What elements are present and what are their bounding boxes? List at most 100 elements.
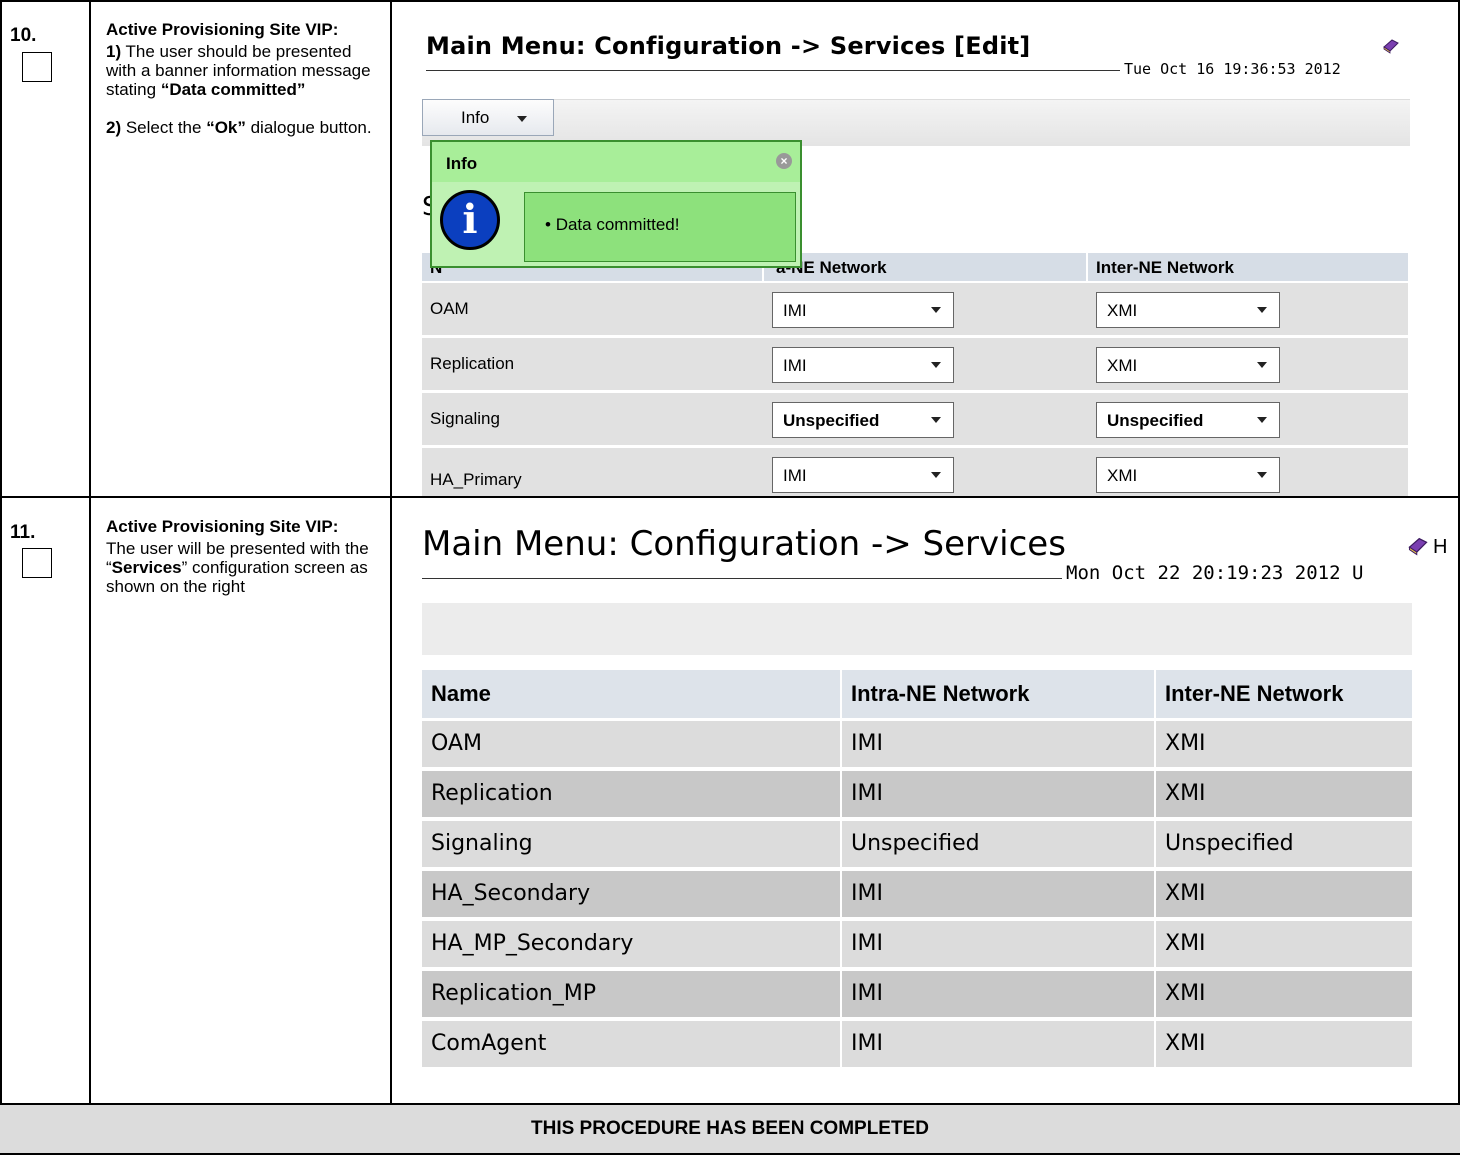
step-quote: “Data committed” — [160, 80, 306, 99]
cell-inter-network: Unspecified — [1156, 821, 1412, 867]
cell-text: XMI — [1165, 981, 1206, 1006]
toolbar — [422, 99, 1410, 146]
select-value: Unspecified — [1107, 411, 1204, 430]
step-checkbox[interactable] — [22, 548, 52, 578]
step-text: Select the — [121, 118, 207, 137]
table-border-top — [0, 0, 1460, 2]
step-checkbox[interactable] — [22, 52, 52, 82]
info-popup: Info × i • Data committed! — [430, 140, 802, 268]
intra-network-select[interactable]: IMI — [772, 457, 954, 493]
table-header-intra: Intra-NE Network — [842, 670, 1154, 718]
cell-name: ComAgent — [422, 1021, 840, 1067]
cell-text: Replication_MP — [431, 981, 596, 1006]
chevron-down-icon — [517, 116, 527, 122]
info-button-label: Info — [461, 108, 490, 127]
toolbar — [422, 603, 1412, 655]
cell-text: Unspecified — [851, 831, 980, 856]
step-text: dialogue button. — [245, 118, 372, 137]
step-bold-text: Services — [111, 558, 182, 577]
table-header-intra: a-NE Network — [764, 253, 1086, 281]
table-row: HA_Secondary IMI XMI — [0, 871, 1460, 917]
chevron-down-icon — [1257, 472, 1267, 478]
cell-text: Unspecified — [1165, 831, 1294, 856]
chevron-down-icon — [931, 307, 941, 313]
select-value: IMI — [783, 466, 807, 485]
select-value: Unspecified — [783, 411, 880, 430]
cell-inter-network: XMI — [1156, 871, 1412, 917]
cell-name: OAM — [422, 721, 840, 767]
inter-network-select[interactable]: XMI — [1096, 292, 1280, 328]
table-row: HA_MP_Secondary IMI XMI — [0, 921, 1460, 967]
row-name: Signaling — [430, 409, 500, 428]
table-header-name: Name — [422, 670, 840, 718]
cell-text: OAM — [431, 731, 482, 756]
cell-text: XMI — [1165, 731, 1206, 756]
cell-text: Signaling — [431, 831, 533, 856]
row-divider — [0, 496, 1460, 498]
cell-text: Replication — [431, 781, 553, 806]
row-name: Replication — [430, 354, 515, 373]
cell-inter-network: XMI — [1156, 921, 1412, 967]
popup-message-item: • Data committed! — [545, 215, 680, 234]
cell-name: HA_Secondary — [422, 871, 840, 917]
intra-network-select[interactable]: IMI — [772, 292, 954, 328]
cell-text: IMI — [851, 981, 883, 1006]
popup-header — [432, 142, 800, 182]
chevron-down-icon — [931, 362, 941, 368]
cell-inter-network: XMI — [1156, 771, 1412, 817]
help-book-icon[interactable] — [1382, 38, 1400, 54]
cell-name: HA_MP_Secondary — [422, 921, 840, 967]
table-row: ComAgent IMI XMI — [0, 1021, 1460, 1067]
cell-text: IMI — [851, 731, 883, 756]
page-title: Main Menu: Configuration -> Services [Ed… — [426, 32, 1031, 60]
close-icon[interactable]: × — [776, 153, 792, 169]
cell-inter-network: XMI — [1156, 721, 1412, 767]
help-link-partial[interactable]: H — [1433, 536, 1455, 559]
chevron-down-icon — [1257, 307, 1267, 313]
cell-intra-network: IMI — [842, 921, 1154, 967]
step-number: 11. — [10, 522, 36, 543]
info-icon: i — [440, 190, 500, 250]
cell-text: ComAgent — [431, 1031, 547, 1056]
table-header-inter: Inter-NE Network — [1088, 253, 1408, 281]
chevron-down-icon — [931, 417, 941, 423]
popup-message-box: • Data committed! — [524, 192, 796, 262]
popup-title: Info — [446, 154, 478, 173]
table-row: OAM IMI XMI — [0, 721, 1460, 767]
cell-text: HA_MP_Secondary — [431, 931, 634, 956]
cell-intra-network: IMI — [842, 1021, 1154, 1067]
select-value: XMI — [1107, 356, 1138, 375]
step-quote: “Ok” — [206, 118, 246, 137]
help-book-icon[interactable] — [1407, 536, 1429, 556]
table-header-inter: Inter-NE Network — [1156, 670, 1412, 718]
cell-text: XMI — [1165, 781, 1206, 806]
cell-intra-network: IMI — [842, 721, 1154, 767]
chevron-down-icon — [931, 472, 941, 478]
select-value: XMI — [1107, 466, 1138, 485]
inter-network-select[interactable]: Unspecified — [1096, 402, 1280, 438]
cell-text: HA_Secondary — [431, 881, 591, 906]
step-heading: Active Provisioning Site VIP: — [106, 517, 339, 536]
title-rule — [422, 578, 1062, 579]
title-rule — [426, 70, 1120, 71]
chevron-down-icon — [1257, 417, 1267, 423]
inter-network-select[interactable]: XMI — [1096, 457, 1280, 493]
cell-text: IMI — [851, 881, 883, 906]
row-name: OAM — [430, 299, 469, 318]
inter-network-select[interactable]: XMI — [1096, 347, 1280, 383]
info-button[interactable]: Info — [422, 99, 554, 136]
table-row: Replication_MP IMI XMI — [0, 971, 1460, 1017]
page-title: Main Menu: Configuration -> Services — [422, 524, 1066, 564]
cell-text: IMI — [851, 931, 883, 956]
step-description: Active Provisioning Site VIP: 1) The use… — [106, 20, 376, 137]
cell-inter-network: XMI — [1156, 971, 1412, 1017]
cell-intra-network: IMI — [842, 871, 1154, 917]
row-name: HA_Primary — [430, 470, 522, 489]
intra-network-select[interactable]: Unspecified — [772, 402, 954, 438]
cell-intra-network: IMI — [842, 771, 1154, 817]
cell-intra-network: Unspecified — [842, 821, 1154, 867]
select-value: XMI — [1107, 301, 1138, 320]
intra-network-select[interactable]: IMI — [772, 347, 954, 383]
table-row: Signaling Unspecified Unspecified — [0, 821, 1460, 867]
popup-message: Data committed! — [555, 215, 680, 234]
